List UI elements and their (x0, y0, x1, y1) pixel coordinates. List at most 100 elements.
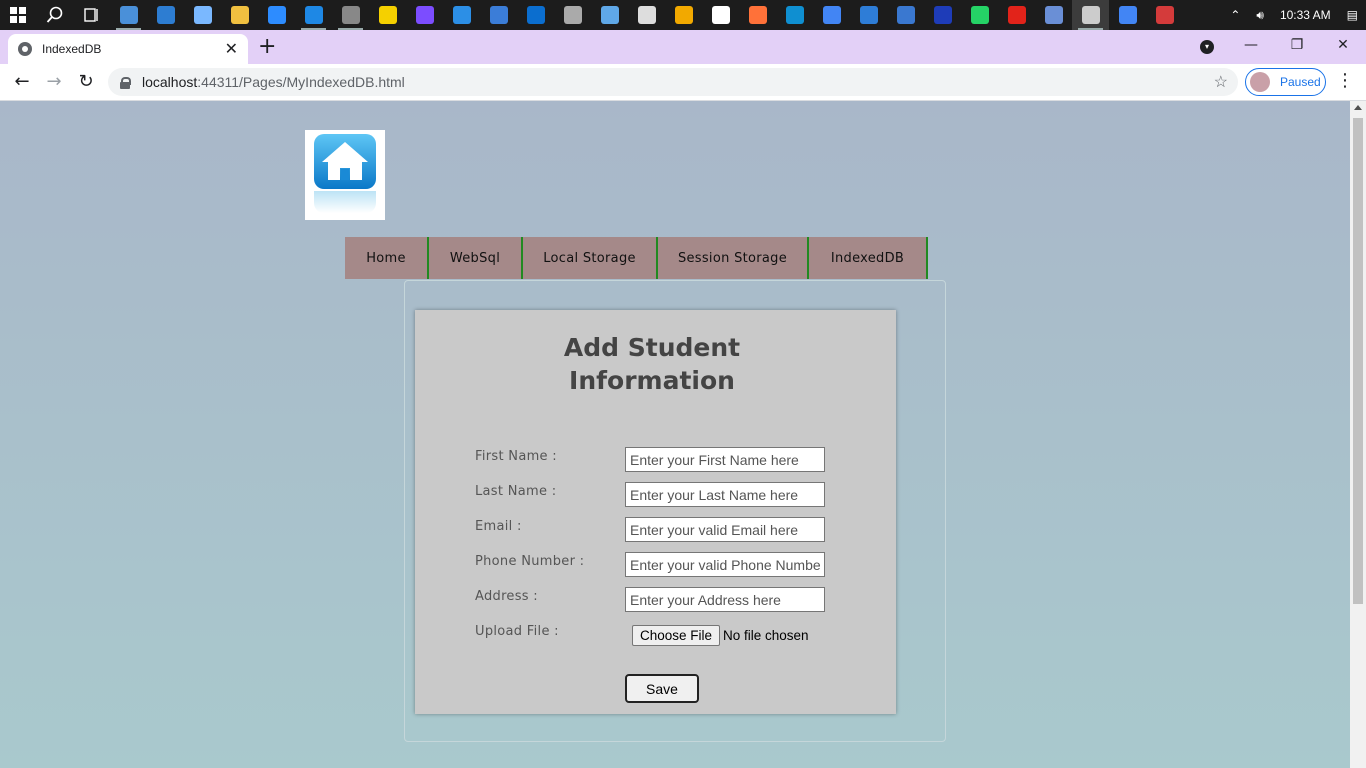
app-glyph-icon (267, 6, 286, 24)
notification-icon[interactable]: ▤ (1347, 8, 1358, 22)
minimize-icon[interactable]: — (1228, 37, 1274, 53)
taskbar-app-icon[interactable] (110, 0, 147, 30)
app-glyph-icon (415, 6, 434, 24)
taskbar-app-icon[interactable] (887, 0, 924, 30)
save-button[interactable]: Save (625, 674, 699, 703)
taskbar-app-icon[interactable] (517, 0, 554, 30)
taskbar-app-icon[interactable] (813, 0, 850, 30)
vertical-scrollbar[interactable] (1350, 101, 1366, 768)
taskbar-app-icon[interactable] (480, 0, 517, 30)
taskbar-app-icon[interactable] (776, 0, 813, 30)
app-glyph-icon (785, 6, 804, 24)
app-glyph-icon (896, 6, 915, 24)
taskbar-app-icon[interactable] (702, 0, 739, 30)
taskbar-app-icon[interactable] (332, 0, 369, 30)
app-glyph-icon (600, 6, 619, 24)
phone-input[interactable] (625, 552, 825, 577)
tab-search-icon[interactable]: ▾ (1200, 40, 1214, 54)
first-name-label: First Name : (475, 449, 557, 464)
app-glyph-icon (230, 6, 249, 24)
close-tab-icon[interactable]: ✕ (225, 39, 238, 59)
taskbar-app-icon[interactable] (258, 0, 295, 30)
close-window-icon[interactable]: ✕ (1320, 37, 1366, 53)
email-input[interactable] (625, 517, 825, 542)
address-bar[interactable]: localhost:44311/Pages/MyIndexedDB.html ☆ (108, 68, 1238, 96)
taskbar-app-icon[interactable] (1146, 0, 1183, 30)
chevron-up-icon[interactable]: ⌃ (1230, 8, 1240, 22)
taskbar-app-icon[interactable] (628, 0, 665, 30)
app-glyph-icon (822, 6, 841, 24)
app-glyph-icon (970, 6, 989, 24)
last-name-input[interactable] (625, 482, 825, 507)
taskbar-app-icon[interactable] (295, 0, 332, 30)
profile-status: Paused (1280, 75, 1321, 89)
taskbar-app-icon[interactable] (443, 0, 480, 30)
task-view-icon[interactable] (73, 0, 110, 30)
nav-home[interactable]: Home (345, 237, 429, 279)
more-menu-icon[interactable]: ⋮ (1336, 70, 1354, 91)
app-glyph-icon (563, 6, 582, 24)
nav-local-storage[interactable]: Local Storage (523, 237, 658, 279)
profile-button[interactable]: Paused (1245, 68, 1326, 96)
taskbar-app-icon[interactable] (1072, 0, 1109, 30)
scroll-up-icon[interactable] (1354, 105, 1362, 110)
main-nav: Home WebSql Local Storage Session Storag… (345, 237, 928, 279)
taskbar-app-icon[interactable] (406, 0, 443, 30)
app-glyph-icon (637, 6, 656, 24)
taskbar-app-icon[interactable] (554, 0, 591, 30)
taskbar-app-icon[interactable] (961, 0, 998, 30)
volume-icon[interactable]: 🔊︎ (1256, 8, 1264, 23)
window-controls: — ❐ ✕ (1228, 30, 1366, 60)
email-label: Email : (475, 519, 522, 534)
taskbar-app-icon[interactable] (924, 0, 961, 30)
taskbar-app-icon[interactable] (369, 0, 406, 30)
taskbar-app-icon[interactable] (850, 0, 887, 30)
restore-icon[interactable]: ❐ (1274, 37, 1320, 53)
app-glyph-icon (452, 6, 471, 24)
windows-start-icon[interactable] (0, 0, 36, 30)
app-glyph-icon (193, 6, 212, 24)
app-glyph-icon (933, 6, 952, 24)
taskbar-app-icon[interactable] (739, 0, 776, 30)
forward-icon[interactable]: → (42, 70, 66, 94)
nav-indexeddb[interactable]: IndexedDB (809, 237, 928, 279)
taskbar-app-icon[interactable] (221, 0, 258, 30)
clock[interactable]: 10:33 AM (1280, 8, 1331, 22)
address-input[interactable] (625, 587, 825, 612)
form-title-line2: Information (569, 366, 735, 395)
taskbar-app-icon[interactable] (1109, 0, 1146, 30)
app-glyph-icon (304, 6, 323, 24)
taskbar-app-icon[interactable] (1035, 0, 1072, 30)
scrollbar-thumb[interactable] (1353, 118, 1363, 604)
app-glyph-icon (1044, 6, 1063, 24)
taskbar-app-icon[interactable] (184, 0, 221, 30)
logo-reflection (314, 191, 376, 213)
app-glyph-icon (1081, 6, 1100, 24)
globe-icon (18, 42, 32, 56)
browser-tab-indexeddb[interactable]: IndexedDB ✕ (8, 34, 248, 64)
lock-icon[interactable] (120, 76, 131, 89)
app-glyph-icon (1155, 6, 1174, 24)
app-glyph-icon (156, 6, 175, 24)
bookmark-star-icon[interactable]: ☆ (1214, 72, 1228, 92)
tab-title: IndexedDB (42, 42, 102, 56)
new-tab-button[interactable]: + (258, 34, 276, 59)
nav-websql[interactable]: WebSql (429, 237, 523, 279)
back-icon[interactable]: ← (10, 70, 34, 94)
reload-icon[interactable]: ↻ (74, 70, 98, 94)
taskbar-app-icon[interactable] (998, 0, 1035, 30)
taskbar-app-icon[interactable] (591, 0, 628, 30)
taskbar-app-icon[interactable] (147, 0, 184, 30)
browser-toolbar: ← → ↻ localhost:44311/Pages/MyIndexedDB.… (0, 64, 1366, 101)
nav-session-storage[interactable]: Session Storage (658, 237, 809, 279)
address-label: Address : (475, 589, 538, 604)
search-icon[interactable] (36, 0, 73, 30)
taskbar-app-icon[interactable] (665, 0, 702, 30)
app-glyph-icon (674, 6, 693, 24)
form-title-line1: Add Student (563, 333, 741, 362)
first-name-input[interactable] (625, 447, 825, 472)
app-glyph-icon (526, 6, 545, 24)
home-logo[interactable] (305, 130, 385, 220)
app-glyph-icon (859, 6, 878, 24)
choose-file-button[interactable]: Choose File (632, 625, 721, 646)
